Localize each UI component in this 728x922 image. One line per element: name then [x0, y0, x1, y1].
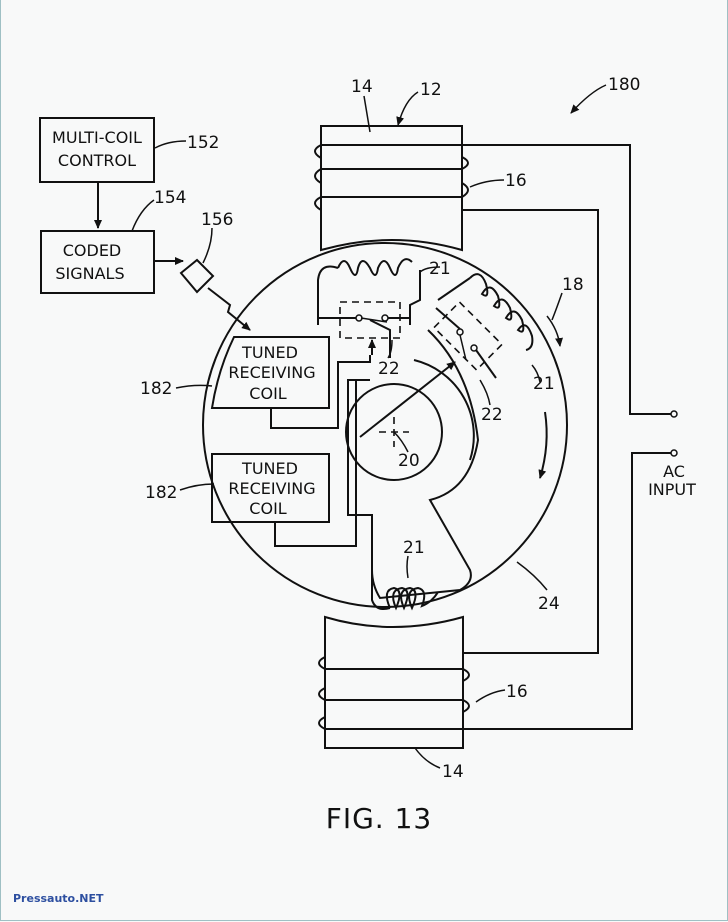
- coil-21-right: 21: [437, 273, 555, 394]
- coded-signals-line2: SIGNALS: [55, 264, 124, 283]
- multi-coil-control-line1: MULTI-COIL: [52, 128, 142, 147]
- tuned-coil-lower-line2: RECEIVING: [228, 479, 315, 498]
- leader-154: [131, 199, 155, 232]
- leader-18: [546, 315, 563, 347]
- ref-24: 24: [538, 594, 560, 614]
- ref-14-top: 14: [351, 77, 373, 97]
- leader-152: [154, 140, 187, 149]
- ref-180: 180: [608, 75, 640, 95]
- rotation-arrow: [538, 411, 548, 479]
- switch-22-top: 22: [318, 301, 410, 379]
- ref-21-bottom: 21: [403, 538, 425, 558]
- ac-terminal-1: [670, 410, 678, 418]
- tuned-coil-lower-line3: COIL: [249, 499, 286, 518]
- ref-18: 18: [562, 275, 584, 295]
- ref-22-right: 22: [481, 405, 503, 425]
- coded-signals-block: CODED SIGNALS 154: [40, 188, 186, 294]
- ref-20: 20: [398, 451, 420, 471]
- coded-signals-line1: CODED: [63, 241, 122, 260]
- ref-154: 154: [154, 188, 186, 208]
- leader-180: [570, 84, 607, 114]
- ac-terminal-2: [670, 449, 678, 457]
- tuned-coil-upper-line2: RECEIVING: [228, 363, 315, 382]
- multi-coil-control-line2: CONTROL: [58, 151, 136, 170]
- ref-16-bottom: 16: [506, 682, 528, 702]
- tuned-coil-lower-line1: TUNED: [241, 459, 298, 478]
- bottom-stator-pole: 16 14: [318, 615, 528, 782]
- watermark: Pressauto.NET: [13, 892, 104, 905]
- ref-152: 152: [187, 133, 219, 153]
- figure-title: FIG. 13: [326, 802, 433, 835]
- tuned-coil-upper-line1: TUNED: [241, 343, 298, 362]
- top-stator-pole: 14 12 16: [314, 77, 527, 252]
- ref-182-lower: 182: [145, 483, 177, 503]
- tuned-receiving-coil-upper: TUNED RECEIVING COIL 182: [140, 336, 371, 429]
- ref-182-upper: 182: [140, 379, 172, 399]
- ref-22-top: 22: [378, 359, 400, 379]
- rotor-outline: [202, 242, 568, 608]
- ac-input-line2: INPUT: [648, 480, 696, 499]
- ref-16-top: 16: [505, 171, 527, 191]
- transmitter-156: 156: [179, 210, 251, 331]
- motor-diagram: MULTI-COIL CONTROL 152 CODED SIGNALS 154…: [39, 75, 696, 835]
- tuned-receiving-coil-lower: TUNED RECEIVING COIL 182: [145, 380, 357, 547]
- leader-24: [516, 561, 548, 591]
- ac-wiring: AC INPUT: [462, 144, 696, 730]
- ac-input-line1: AC: [663, 462, 685, 481]
- ref-156: 156: [201, 210, 233, 230]
- multi-coil-control-block: MULTI-COIL CONTROL 152: [39, 117, 219, 183]
- ref-21-right: 21: [533, 374, 555, 394]
- tuned-coil-upper-line3: COIL: [249, 384, 286, 403]
- ref-12: 12: [420, 80, 442, 100]
- ref-14-bottom: 14: [442, 762, 464, 782]
- ref-21-top: 21: [429, 259, 451, 279]
